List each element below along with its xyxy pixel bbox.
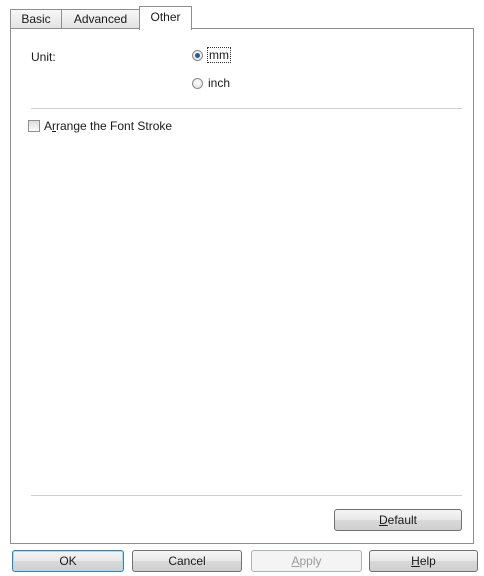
unit-mm-label: mm <box>207 47 231 63</box>
tab-advanced[interactable]: Advanced <box>61 9 140 28</box>
tab-panel-other: Unit: mm inch Arrange the Font Stroke De… <box>10 28 474 544</box>
arrange-font-stroke-checkbox[interactable]: Arrange the Font Stroke <box>28 119 172 133</box>
ok-button[interactable]: OK <box>12 550 124 572</box>
default-button[interactable]: Default <box>334 509 462 531</box>
help-button[interactable]: Help <box>369 550 478 572</box>
unit-radio-inch[interactable]: inch <box>192 76 230 90</box>
checkbox-icon[interactable] <box>28 120 40 132</box>
cancel-button[interactable]: Cancel <box>132 550 242 572</box>
unit-label: Unit: <box>31 50 56 64</box>
radio-unselected-icon[interactable] <box>192 77 203 89</box>
separator <box>31 108 462 109</box>
separator-bottom <box>31 495 462 496</box>
tab-other[interactable]: Other <box>139 6 192 30</box>
arrange-font-stroke-label: Arrange the Font Stroke <box>44 119 173 133</box>
unit-inch-label: inch <box>208 76 231 90</box>
unit-radio-mm[interactable]: mm <box>192 47 231 63</box>
apply-button[interactable]: Apply <box>251 550 362 572</box>
tab-basic[interactable]: Basic <box>10 9 62 28</box>
radio-selected-icon[interactable] <box>192 49 203 61</box>
